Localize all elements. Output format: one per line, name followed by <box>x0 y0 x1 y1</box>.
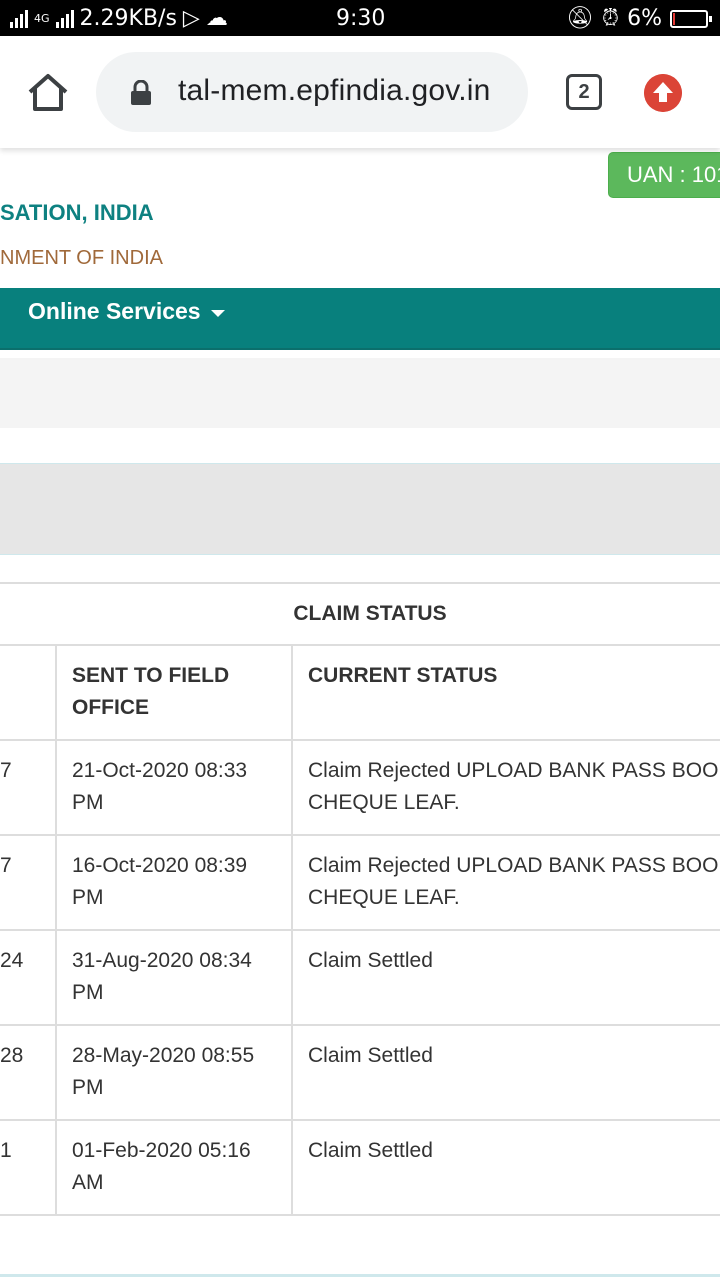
status-line1: Claim Settled <box>308 1044 433 1067</box>
status-cell: Claim Rejected UPLOAD BANK PASS BOO CHEQ… <box>293 836 720 929</box>
row-id-cell: 1 <box>0 1121 57 1214</box>
browser-toolbar: tal-mem.epfindia.gov.in 2 <box>0 36 720 148</box>
status-bar: 4G 2.29KB/s ▷ ☁ 9:30 🔕︎ ⏰︎ 6% <box>0 0 720 36</box>
header-sent-line2: OFFICE <box>72 696 149 719</box>
header-col1 <box>0 646 57 739</box>
table-row: 7 21-Oct-2020 08:33 PM Claim Rejected UP… <box>0 741 720 836</box>
sent-ampm: PM <box>72 1076 104 1099</box>
sent-date-cell: 01-Feb-2020 05:16 AM <box>57 1121 293 1214</box>
org-title: SATION, INDIA <box>0 200 154 225</box>
battery-icon <box>670 9 712 28</box>
sent-date: 16-Oct-2020 08:39 <box>72 854 248 877</box>
cloud-icon: ☁ <box>205 6 228 31</box>
nav-online-services[interactable]: Online Services <box>28 298 225 325</box>
header-sent-line1: SENT TO FIELD <box>72 664 230 687</box>
tab-switcher-button[interactable]: 2 <box>566 74 602 110</box>
sent-date: 28-May-2020 08:55 <box>72 1044 255 1067</box>
row-id-cell: 28 <box>0 1026 57 1119</box>
row-id-cell: 24 <box>0 931 57 1024</box>
url-text: tal-mem.epfindia.gov.in <box>178 74 491 107</box>
table-row: 24 31-Aug-2020 08:34 PM Claim Settled <box>0 931 720 1026</box>
clock: 9:30 <box>336 6 386 31</box>
claim-status-table: CLAIM STATUS SENT TO FIELD OFFICE CURREN… <box>0 582 720 1216</box>
status-cell: Claim Rejected UPLOAD BANK PASS BOO CHEQ… <box>293 741 720 834</box>
status-right: 🔕︎ ⏰︎ 6% <box>565 6 712 31</box>
table-row: 28 28-May-2020 08:55 PM Claim Settled <box>0 1026 720 1121</box>
network-type-label: 4G <box>34 12 50 25</box>
status-line2: CHEQUE LEAF. <box>308 791 460 814</box>
sent-date-cell: 16-Oct-2020 08:39 PM <box>57 836 293 929</box>
nav-online-services-label: Online Services <box>28 298 201 324</box>
signal-icon <box>10 9 28 28</box>
home-icon[interactable] <box>26 72 70 112</box>
sent-date: 01-Feb-2020 05:16 <box>72 1139 251 1162</box>
panel-heading <box>0 463 720 555</box>
sent-date: 21-Oct-2020 08:33 <box>72 759 248 782</box>
sent-date: 31-Aug-2020 08:34 <box>72 949 252 972</box>
status-left: 4G 2.29KB/s ▷ ☁ <box>10 6 228 31</box>
row-id-cell: 7 <box>0 741 57 834</box>
status-cell: Claim Settled <box>293 931 720 1024</box>
header-sent-to-field-office: SENT TO FIELD OFFICE <box>57 646 293 739</box>
sent-date-cell: 28-May-2020 08:55 PM <box>57 1026 293 1119</box>
battery-fill <box>673 12 675 25</box>
sent-date-cell: 21-Oct-2020 08:33 PM <box>57 741 293 834</box>
sent-ampm: AM <box>72 1171 104 1194</box>
main-nav: Online Services <box>0 288 720 350</box>
status-line1: Claim Settled <box>308 1139 433 1162</box>
table-header-row: SENT TO FIELD OFFICE CURRENT STATUS <box>0 646 720 741</box>
header-current-status: CURRENT STATUS <box>308 664 498 687</box>
sent-ampm: PM <box>72 791 104 814</box>
status-line2: CHEQUE LEAF. <box>308 886 460 909</box>
network-speed: 2.29KB/s <box>79 6 177 31</box>
table-row: 1 01-Feb-2020 05:16 AM Claim Settled <box>0 1121 720 1216</box>
sent-date-cell: 31-Aug-2020 08:34 PM <box>57 931 293 1024</box>
uan-badge[interactable]: UAN : 101 <box>608 152 720 198</box>
signal-icon-2 <box>55 9 74 28</box>
caret-down-icon <box>210 309 225 317</box>
status-cell: Claim Settled <box>293 1026 720 1119</box>
lock-icon <box>131 80 151 105</box>
sent-ampm: PM <box>72 886 104 909</box>
sent-ampm: PM <box>72 981 104 1004</box>
address-bar[interactable]: tal-mem.epfindia.gov.in <box>96 52 528 132</box>
mute-icon: 🔕︎ <box>565 6 594 31</box>
status-line1: Claim Rejected UPLOAD BANK PASS BOO <box>308 759 719 782</box>
update-icon[interactable] <box>644 74 682 112</box>
status-line1: Claim Rejected UPLOAD BANK PASS BOO <box>308 854 719 877</box>
breadcrumb-area <box>0 358 720 428</box>
org-subtitle: NMENT OF INDIA <box>0 247 163 269</box>
section-divider <box>0 1274 720 1277</box>
alarm-icon: ⏰︎ <box>601 6 620 31</box>
play-store-icon: ▷ <box>182 6 200 31</box>
row-id-cell: 7 <box>0 836 57 929</box>
status-line1: Claim Settled <box>308 949 433 972</box>
table-row: 7 16-Oct-2020 08:39 PM Claim Rejected UP… <box>0 836 720 931</box>
table-caption: CLAIM STATUS <box>0 584 720 646</box>
battery-percent: 6% <box>627 6 662 31</box>
status-cell: Claim Settled <box>293 1121 720 1214</box>
